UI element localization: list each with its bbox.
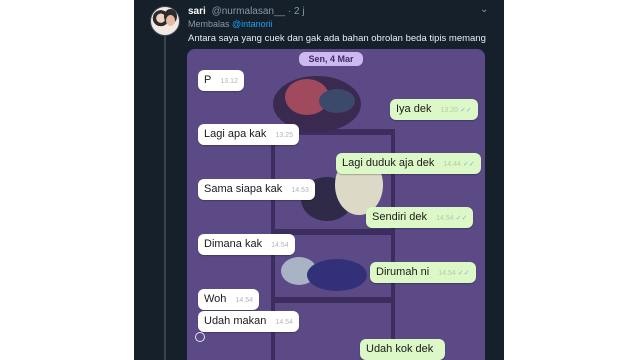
user-handle[interactable]: @nurmalasan__ (212, 6, 286, 17)
tweet-header: sari @nurmalasan__ · 2 j (188, 6, 305, 17)
reply-prefix: Membalas (188, 19, 230, 29)
chevron-down-icon[interactable]: ⌄ (480, 4, 488, 15)
chat-bubble-incoming[interactable]: Udah makan 14.54 (198, 311, 299, 332)
chat-bubble-outgoing[interactable]: Udah kok dek (360, 339, 446, 360)
message-text: Udah makan (204, 315, 267, 327)
message-text: Lagi duduk aja dek (342, 157, 435, 169)
chat-bubble-incoming[interactable]: P 13.12 (198, 70, 244, 91)
reply-context: Membalas @intanorii (188, 19, 273, 29)
message-time: 14.54 (271, 242, 289, 249)
message-text: P (204, 74, 212, 86)
chat-bubble-incoming[interactable]: Woh 14.54 (198, 289, 260, 310)
tweet-text: Antara saya yang cuek dan gak ada bahan … (188, 33, 486, 44)
emoji-icon[interactable] (195, 332, 205, 342)
message-text: Dimana kak (204, 238, 263, 250)
message-text: Udah kok dek (366, 343, 434, 355)
message-text: Lagi apa kak (204, 128, 267, 140)
chat-bubble-incoming[interactable]: Dimana kak 14.54 (198, 234, 295, 255)
avatar[interactable] (150, 6, 180, 36)
thread-line (164, 34, 166, 360)
message-time: 14.53 (291, 187, 309, 194)
message-time: 13.25 (275, 132, 293, 139)
tweet-time[interactable]: 2 j (294, 6, 305, 17)
message-time: 14.54 (235, 297, 254, 304)
chat-date-chip: Sen, 4 Mar (299, 52, 363, 66)
message-time: 14.54 (275, 319, 293, 326)
separator-dot: · (287, 6, 292, 17)
double-check-icon: ✓✓ (457, 270, 470, 277)
chat-bubble-incoming[interactable]: Lagi apa kak 13.25 (198, 124, 299, 145)
message-text: Sama siapa kak (204, 183, 283, 195)
display-name[interactable]: sari (188, 6, 206, 17)
chat-bubble-incoming[interactable]: Sama siapa kak 14.53 (198, 179, 315, 200)
tweet-media-screenshot[interactable]: Sen, 4 Mar P 13.12 Iya dek 13.20 ✓✓ Lagi … (187, 49, 485, 360)
message-text: Iya dek (396, 103, 432, 115)
message-time: 13.12 (220, 78, 238, 85)
message-time: 14.44 (443, 161, 461, 168)
message-text: Woh (204, 293, 227, 305)
message-time: 13.20 (440, 107, 459, 114)
chat-bubble-outgoing[interactable]: Sendiri dek 14.54 ✓✓ (366, 207, 474, 228)
message-time: 14.54 (436, 215, 454, 222)
chat-bubble-outgoing[interactable]: Dirumah ni 14.54 ✓✓ (370, 262, 476, 283)
message-time: 14.54 (438, 270, 456, 277)
double-check-icon: ✓✓ (455, 215, 468, 222)
message-text: Sendiri dek (372, 211, 428, 223)
double-check-icon: ✓✓ (460, 107, 472, 114)
double-check-icon: ✓✓ (462, 161, 475, 168)
reply-mention-link[interactable]: @intanorii (232, 19, 273, 29)
chat-bubble-outgoing[interactable]: Lagi duduk aja dek 14.44 ✓✓ (336, 153, 481, 174)
message-text: Dirumah ni (376, 266, 430, 278)
chat-bubble-outgoing[interactable]: Iya dek 13.20 ✓✓ (390, 99, 478, 120)
